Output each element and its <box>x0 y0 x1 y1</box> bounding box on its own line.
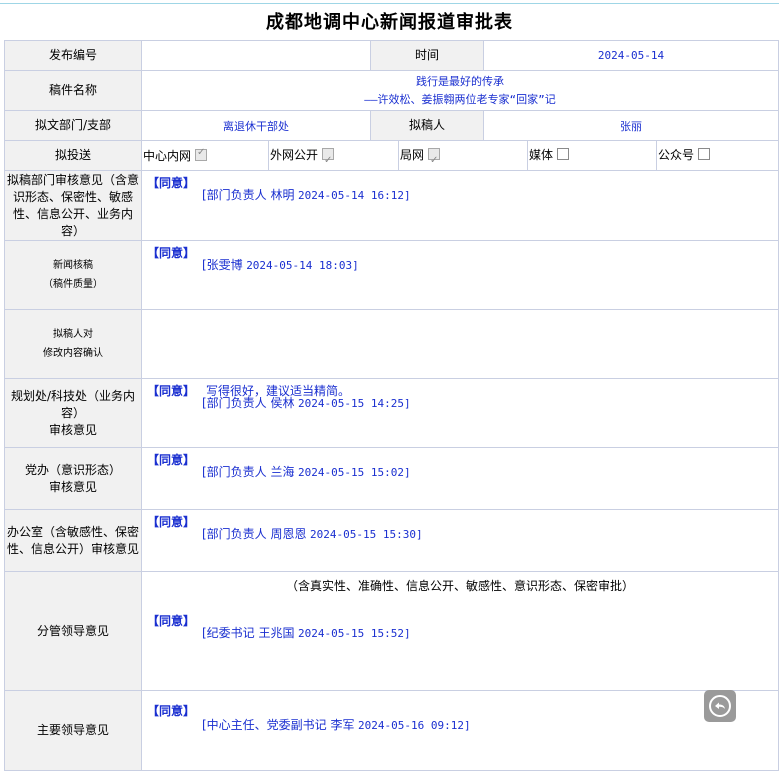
send-option-label: 公众号 <box>658 148 695 162</box>
signer: [部门负责人 周恩恩 <box>202 527 307 541</box>
checkbox-media[interactable] <box>557 148 570 160</box>
send-option-bureau-web[interactable]: 局网 <box>398 141 527 175</box>
row-party-office-review: 党办（意识形态） 审核意见 【同意】 [部门负责人 兰海 2024-05-15 … <box>4 447 779 510</box>
drafter-label: 拟稿人 <box>370 110 484 141</box>
sign-datetime: 2024-05-15 15:02] <box>298 466 411 479</box>
floating-reply-button[interactable] <box>704 690 736 722</box>
row-news-check: 新闻核稿 （稿件质量） 【同意】 [张雯博 2024-05-14 18:03] <box>4 240 779 310</box>
publish-number-label: 发布编号 <box>4 40 142 71</box>
signer: [部门负责人 侯林 <box>202 396 295 410</box>
sign-datetime: 2024-05-15 14:25] <box>298 397 411 410</box>
send-label: 拟投送 <box>4 140 142 171</box>
planning-review-signature: [部门负责人 侯林 2024-05-15 14:25] <box>202 394 411 411</box>
send-option-label: 局网 <box>400 148 425 162</box>
top-divider <box>0 3 779 4</box>
news-check-status: 【同意】 <box>147 246 196 260</box>
page-title: 成都地调中心新闻报道审批表 <box>266 12 513 33</box>
dept-review-signature: [部门负责人 林明 2024-05-14 16:12] <box>202 186 411 203</box>
send-option-label: 外网公开 <box>270 148 319 162</box>
planning-review-status: 【同意】 <box>147 384 196 398</box>
drafter-confirm-label: 拟稿人对 修改内容确认 <box>4 309 142 379</box>
checkbox-wechat[interactable] <box>698 148 711 160</box>
office-review-opinion: 【同意】 [部门负责人 周恩恩 2024-05-15 15:30] <box>140 509 779 572</box>
time-value: 2024-05-14 <box>482 40 779 71</box>
checkbox-intranet[interactable] <box>195 147 208 161</box>
news-check-label-line2: （稿件质量） <box>43 279 103 290</box>
row-drafter-confirm: 拟稿人对 修改内容确认 <box>4 309 779 379</box>
drafter-confirm-opinion <box>140 309 779 379</box>
office-review-status: 【同意】 <box>147 515 196 529</box>
party-office-label: 党办（意识形态） 审核意见 <box>4 447 142 510</box>
sign-datetime: 2024-05-16 09:12] <box>358 719 471 732</box>
main-leader-label: 主要领导意见 <box>4 690 142 771</box>
send-option-label: 媒体 <box>529 148 554 162</box>
office-review-signature: [部门负责人 周恩恩 2024-05-15 15:30] <box>202 525 423 542</box>
send-options: 中心内网 外网公开 局网 媒体 公众号 <box>140 140 779 175</box>
leader-opinion-label: 分管领导意见 <box>4 571 142 691</box>
news-check-opinion: 【同意】 [张雯博 2024-05-14 18:03] <box>140 240 779 310</box>
row-manuscript: 稿件名称 践行是最好的传承 ——许效松、姜振翱两位老专家“回家”记 <box>4 70 779 111</box>
row-office-review: 办公室（含敏感性、保密性、信息公开）审核意见 【同意】 [部门负责人 周恩恩 2… <box>4 509 779 572</box>
approval-form: 发布编号 时间 2024-05-14 稿件名称 践行是最好的传承 ——许效松、姜… <box>4 40 779 771</box>
manuscript-label: 稿件名称 <box>4 70 142 111</box>
leader-opinion-status: 【同意】 <box>147 614 196 628</box>
party-office-opinion: 【同意】 [部门负责人 兰海 2024-05-15 15:02] <box>140 447 779 510</box>
manuscript-title: 践行是最好的传承 ——许效松、姜振翱两位老专家“回家”记 <box>140 70 779 111</box>
send-option-label: 中心内网 <box>143 149 192 163</box>
row-main-leader-opinion: 主要领导意见 【同意】 [中心主任、党委副书记 李军 2024-05-16 09… <box>4 690 779 771</box>
planning-review-label-line2: 审核意见 <box>48 422 97 437</box>
department-value: 离退休干部处 <box>141 110 371 141</box>
sign-datetime: 2024-05-14 16:12] <box>298 189 411 202</box>
planning-review-label-line1: 规划处/科技处（业务内容） <box>10 388 136 420</box>
checkbox-bureau-web[interactable] <box>428 146 441 175</box>
dept-review-label: 拟稿部门审核意见（含意识形态、保密性、敏感性、信息公开、业务内容） <box>4 170 142 241</box>
row-department: 拟文部门/支部 离退休干部处 拟稿人 张丽 <box>4 110 779 141</box>
sign-datetime: 2024-05-14 18:03] <box>246 259 359 272</box>
dept-review-opinion: 【同意】 [部门负责人 林明 2024-05-14 16:12] <box>140 170 779 241</box>
signer: [纪委书记 王兆国 <box>202 626 295 640</box>
party-office-label-line2: 审核意见 <box>48 479 97 494</box>
main-leader-status: 【同意】 <box>147 704 196 718</box>
office-review-label: 办公室（含敏感性、保密性、信息公开）审核意见 <box>4 509 142 572</box>
row-planning-review: 规划处/科技处（业务内容） 审核意见 【同意】 写得很好，建议适当精简。 [部门… <box>4 378 779 448</box>
manuscript-title-line1: 践行是最好的传承 <box>416 74 504 88</box>
leader-opinion: （含真实性、准确性、信息公开、敏感性、意识形态、保密审批） 【同意】 [纪委书记… <box>140 571 779 691</box>
drafter-value: 张丽 <box>482 110 779 141</box>
news-check-label-line1: 新闻核稿 <box>53 260 93 271</box>
sign-datetime: 2024-05-15 15:30] <box>310 528 423 541</box>
dept-review-status: 【同意】 <box>147 176 196 190</box>
drafter-confirm-label-line2: 修改内容确认 <box>43 348 103 359</box>
row-send-targets: 拟投送 中心内网 外网公开 局网 媒体 公众号 <box>4 140 779 175</box>
party-office-label-line1: 党办（意识形态） <box>24 462 121 477</box>
signer: [中心主任、党委副书记 李军 <box>202 718 355 732</box>
send-option-media[interactable]: 媒体 <box>527 141 656 170</box>
send-option-public-web[interactable]: 外网公开 <box>268 141 398 175</box>
row-dept-review: 拟稿部门审核意见（含意识形态、保密性、敏感性、信息公开、业务内容） 【同意】 [… <box>4 170 779 241</box>
checkbox-public-web[interactable] <box>322 146 335 175</box>
manuscript-title-line2: ——许效松、姜振翱两位老专家“回家”记 <box>364 92 556 106</box>
planning-review-label: 规划处/科技处（业务内容） 审核意见 <box>4 378 142 448</box>
department-label: 拟文部门/支部 <box>4 110 142 141</box>
leader-opinion-note: （含真实性、准确性、信息公开、敏感性、意识形态、保密审批） <box>286 579 635 593</box>
main-leader-opinion: 【同意】 [中心主任、党委副书记 李军 2024-05-16 09:12] <box>140 690 779 771</box>
row-publish-number: 发布编号 时间 2024-05-14 <box>4 40 779 71</box>
row-leader-opinion: 分管领导意见 （含真实性、准确性、信息公开、敏感性、意识形态、保密审批） 【同意… <box>4 571 779 691</box>
leader-opinion-signature: [纪委书记 王兆国 2024-05-15 15:52] <box>202 624 411 641</box>
send-option-wechat[interactable]: 公众号 <box>656 141 778 170</box>
party-office-status: 【同意】 <box>147 453 196 467</box>
news-check-signature: [张雯博 2024-05-14 18:03] <box>202 256 359 273</box>
signer: [张雯博 <box>202 258 243 272</box>
time-label: 时间 <box>370 40 484 71</box>
planning-review-opinion: 【同意】 写得很好，建议适当精简。 [部门负责人 侯林 2024-05-15 1… <box>140 378 779 448</box>
publish-number-value <box>141 40 371 71</box>
signer: [部门负责人 兰海 <box>202 465 295 479</box>
main-leader-signature: [中心主任、党委副书记 李军 2024-05-16 09:12] <box>202 716 471 733</box>
reply-arrow-icon <box>709 695 731 717</box>
drafter-confirm-label-line1: 拟稿人对 <box>53 329 93 340</box>
party-office-signature: [部门负责人 兰海 2024-05-15 15:02] <box>202 463 411 480</box>
news-check-label: 新闻核稿 （稿件质量） <box>4 240 142 310</box>
signer: [部门负责人 林明 <box>202 188 295 202</box>
send-option-intranet[interactable]: 中心内网 <box>142 147 268 164</box>
sign-datetime: 2024-05-15 15:52] <box>298 627 411 640</box>
